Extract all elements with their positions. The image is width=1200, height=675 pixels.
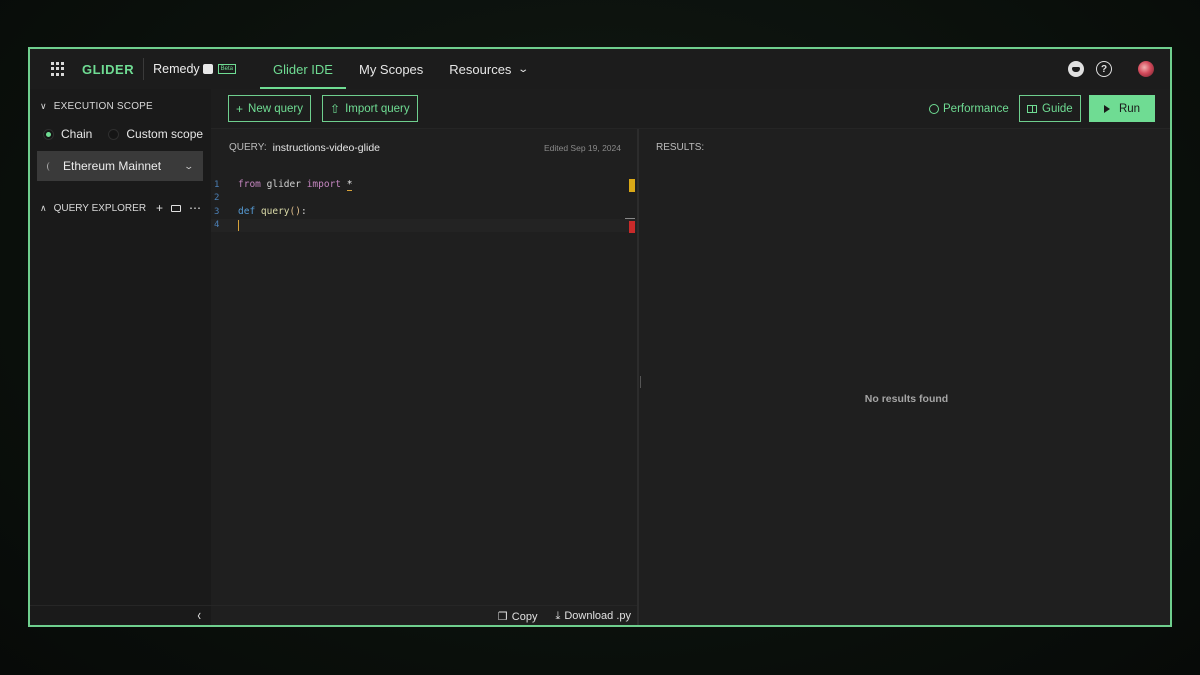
remedy-icon	[202, 64, 213, 74]
radio-label[interactable]: Chain	[61, 127, 92, 141]
download-icon: ⤓	[555, 610, 561, 622]
help-icon[interactable]: ?	[1096, 61, 1112, 77]
sidebar: ∨ EXECUTION SCOPE Chain Custom scope Eth…	[30, 89, 211, 625]
query-header: QUERY: instructions-video-glide	[229, 142, 380, 154]
code-line: 1 from glider import *	[211, 178, 637, 192]
tab-glider-ide[interactable]: Glider IDE	[260, 49, 346, 89]
tab-resources[interactable]: Resources ⌄	[436, 49, 541, 89]
radio-label[interactable]: Custom scope	[126, 127, 203, 141]
chevron-up-icon: ∧	[40, 202, 47, 213]
button-label: Download .py	[564, 610, 631, 622]
app-window: GLIDER Remedy Beta Glider IDE My Scopes …	[28, 47, 1172, 627]
function-name: query	[260, 206, 290, 218]
button-label: Run	[1118, 102, 1141, 115]
code-line-active: 4	[211, 218, 637, 232]
radio-chain[interactable]	[43, 128, 54, 140]
gauge-icon	[929, 103, 939, 114]
nav-actions: ?	[1068, 61, 1154, 77]
section-title: QUERY EXPLORER	[53, 202, 147, 214]
keyword: def	[238, 206, 256, 218]
tab-label: Glider IDE	[273, 61, 333, 77]
colon: :	[300, 206, 307, 218]
book-icon	[1027, 104, 1037, 113]
performance-button[interactable]: Performance	[929, 95, 1009, 122]
line-number: 4	[214, 220, 220, 231]
button-label: Guide	[1042, 102, 1073, 115]
chain-select[interactable]: Ethereum Mainnet ⌄	[37, 151, 203, 181]
radio-custom-scope[interactable]	[108, 128, 120, 140]
glider-logo[interactable]: GLIDER	[82, 62, 134, 77]
query-explorer-header[interactable]: ∧ QUERY EXPLORER + ⋯	[30, 193, 211, 223]
chevron-down-icon: ⌄	[183, 160, 195, 171]
discord-icon[interactable]	[1068, 61, 1084, 77]
toolbar: + New query ⇧ Import query Performance G…	[211, 89, 1170, 129]
tab-label: Resources	[449, 61, 512, 77]
editor-footer: ❐ Copy ⤓ Download .py	[211, 605, 637, 625]
chevron-down-icon: ⌄	[517, 63, 530, 75]
code-line: 2	[211, 192, 637, 206]
code-line: 3 def query():	[211, 205, 637, 219]
keyword: from	[238, 179, 261, 191]
error-marker	[629, 221, 635, 233]
remedy-label: Remedy	[153, 62, 200, 76]
execution-scope-header[interactable]: ∨ EXECUTION SCOPE	[30, 89, 211, 123]
empty-results-message: No results found	[864, 393, 949, 405]
edited-timestamp: Edited Sep 19, 2024	[543, 143, 621, 153]
parens: ()	[289, 206, 301, 218]
play-icon	[1103, 104, 1110, 113]
query-label: QUERY:	[229, 142, 267, 153]
query-explorer-actions: + ⋯	[156, 201, 201, 215]
wildcard: *	[346, 178, 353, 191]
results-pane: RESULTS: No results found	[641, 129, 1170, 625]
warning-marker	[629, 179, 635, 192]
copy-icon: ❐	[497, 611, 508, 623]
line-number: 2	[214, 193, 220, 204]
download-button[interactable]: ⤓ Download .py	[555, 610, 631, 623]
remedy-link[interactable]: Remedy Beta	[153, 62, 237, 76]
top-navigation: GLIDER Remedy Beta Glider IDE My Scopes …	[30, 49, 1170, 89]
chain-select-value: Ethereum Mainnet	[63, 159, 162, 173]
scope-radio-group: Chain Custom scope	[30, 123, 211, 145]
import-query-button[interactable]: ⇧ Import query	[322, 95, 418, 122]
results-label: RESULTS:	[656, 142, 705, 153]
chevron-down-icon: ∨	[40, 100, 47, 111]
apps-grid-icon[interactable]	[51, 62, 65, 76]
ethereum-icon	[47, 161, 53, 171]
add-query-icon[interactable]: +	[156, 201, 163, 215]
button-label: New query	[248, 102, 303, 115]
new-query-button[interactable]: + New query	[228, 95, 311, 122]
guide-button[interactable]: Guide	[1019, 95, 1081, 122]
text-cursor	[238, 219, 239, 231]
more-options-icon[interactable]: ⋯	[189, 201, 201, 215]
button-label: Import query	[345, 102, 410, 115]
scroll-position-marker	[625, 218, 635, 219]
divider	[143, 58, 145, 80]
keyword: import	[306, 179, 342, 191]
section-title: EXECUTION SCOPE	[53, 100, 153, 112]
tab-my-scopes[interactable]: My Scopes	[346, 49, 436, 89]
button-label: Copy	[511, 611, 538, 623]
upload-icon: ⇧	[330, 101, 341, 116]
avatar[interactable]	[1138, 61, 1154, 77]
collapse-sidebar-icon[interactable]: ‹	[197, 608, 201, 625]
button-label: Performance	[943, 102, 1009, 115]
new-folder-icon[interactable]	[171, 204, 181, 212]
identifier: glider	[266, 179, 301, 191]
query-name[interactable]: instructions-video-glide	[273, 142, 380, 154]
line-number: 3	[214, 206, 220, 217]
plus-icon: +	[236, 101, 244, 116]
sidebar-footer: ‹	[30, 605, 211, 625]
copy-button[interactable]: ❐ Copy	[498, 610, 538, 623]
run-button[interactable]: Run	[1089, 95, 1155, 122]
tab-label: My Scopes	[358, 61, 424, 77]
beta-badge: Beta	[217, 64, 237, 74]
code-area[interactable]: 1 from glider import * 2 3 def query(): …	[211, 178, 637, 232]
code-editor-pane: QUERY: instructions-video-glide Edited S…	[211, 129, 639, 625]
line-number: 1	[214, 179, 220, 190]
